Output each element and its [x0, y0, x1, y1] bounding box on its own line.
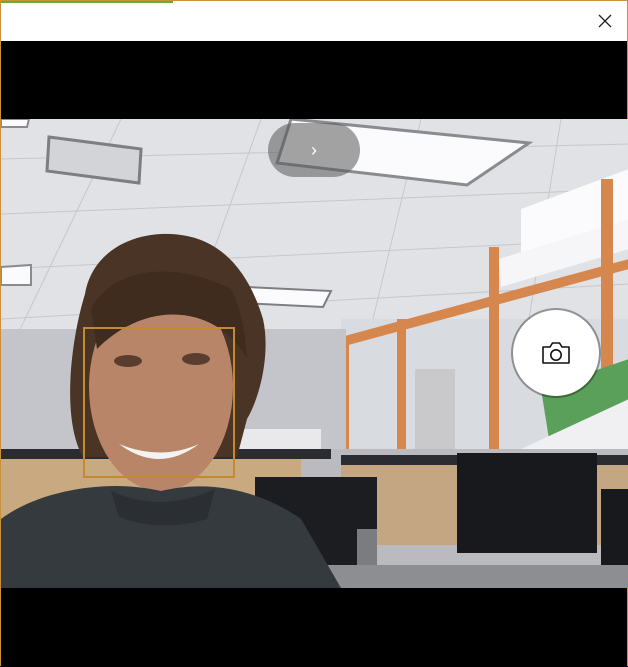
title-bar [1, 1, 627, 41]
loading-strip [1, 1, 173, 3]
next-button[interactable]: › [268, 123, 360, 177]
close-button[interactable] [593, 9, 617, 33]
letterbox-bottom [1, 588, 627, 667]
letterbox-top [1, 41, 627, 119]
camera-icon [542, 342, 570, 364]
chevron-right-icon: › [311, 140, 317, 160]
camera-window: › [0, 0, 628, 667]
take-photo-button[interactable] [513, 310, 599, 396]
close-icon [598, 14, 612, 28]
